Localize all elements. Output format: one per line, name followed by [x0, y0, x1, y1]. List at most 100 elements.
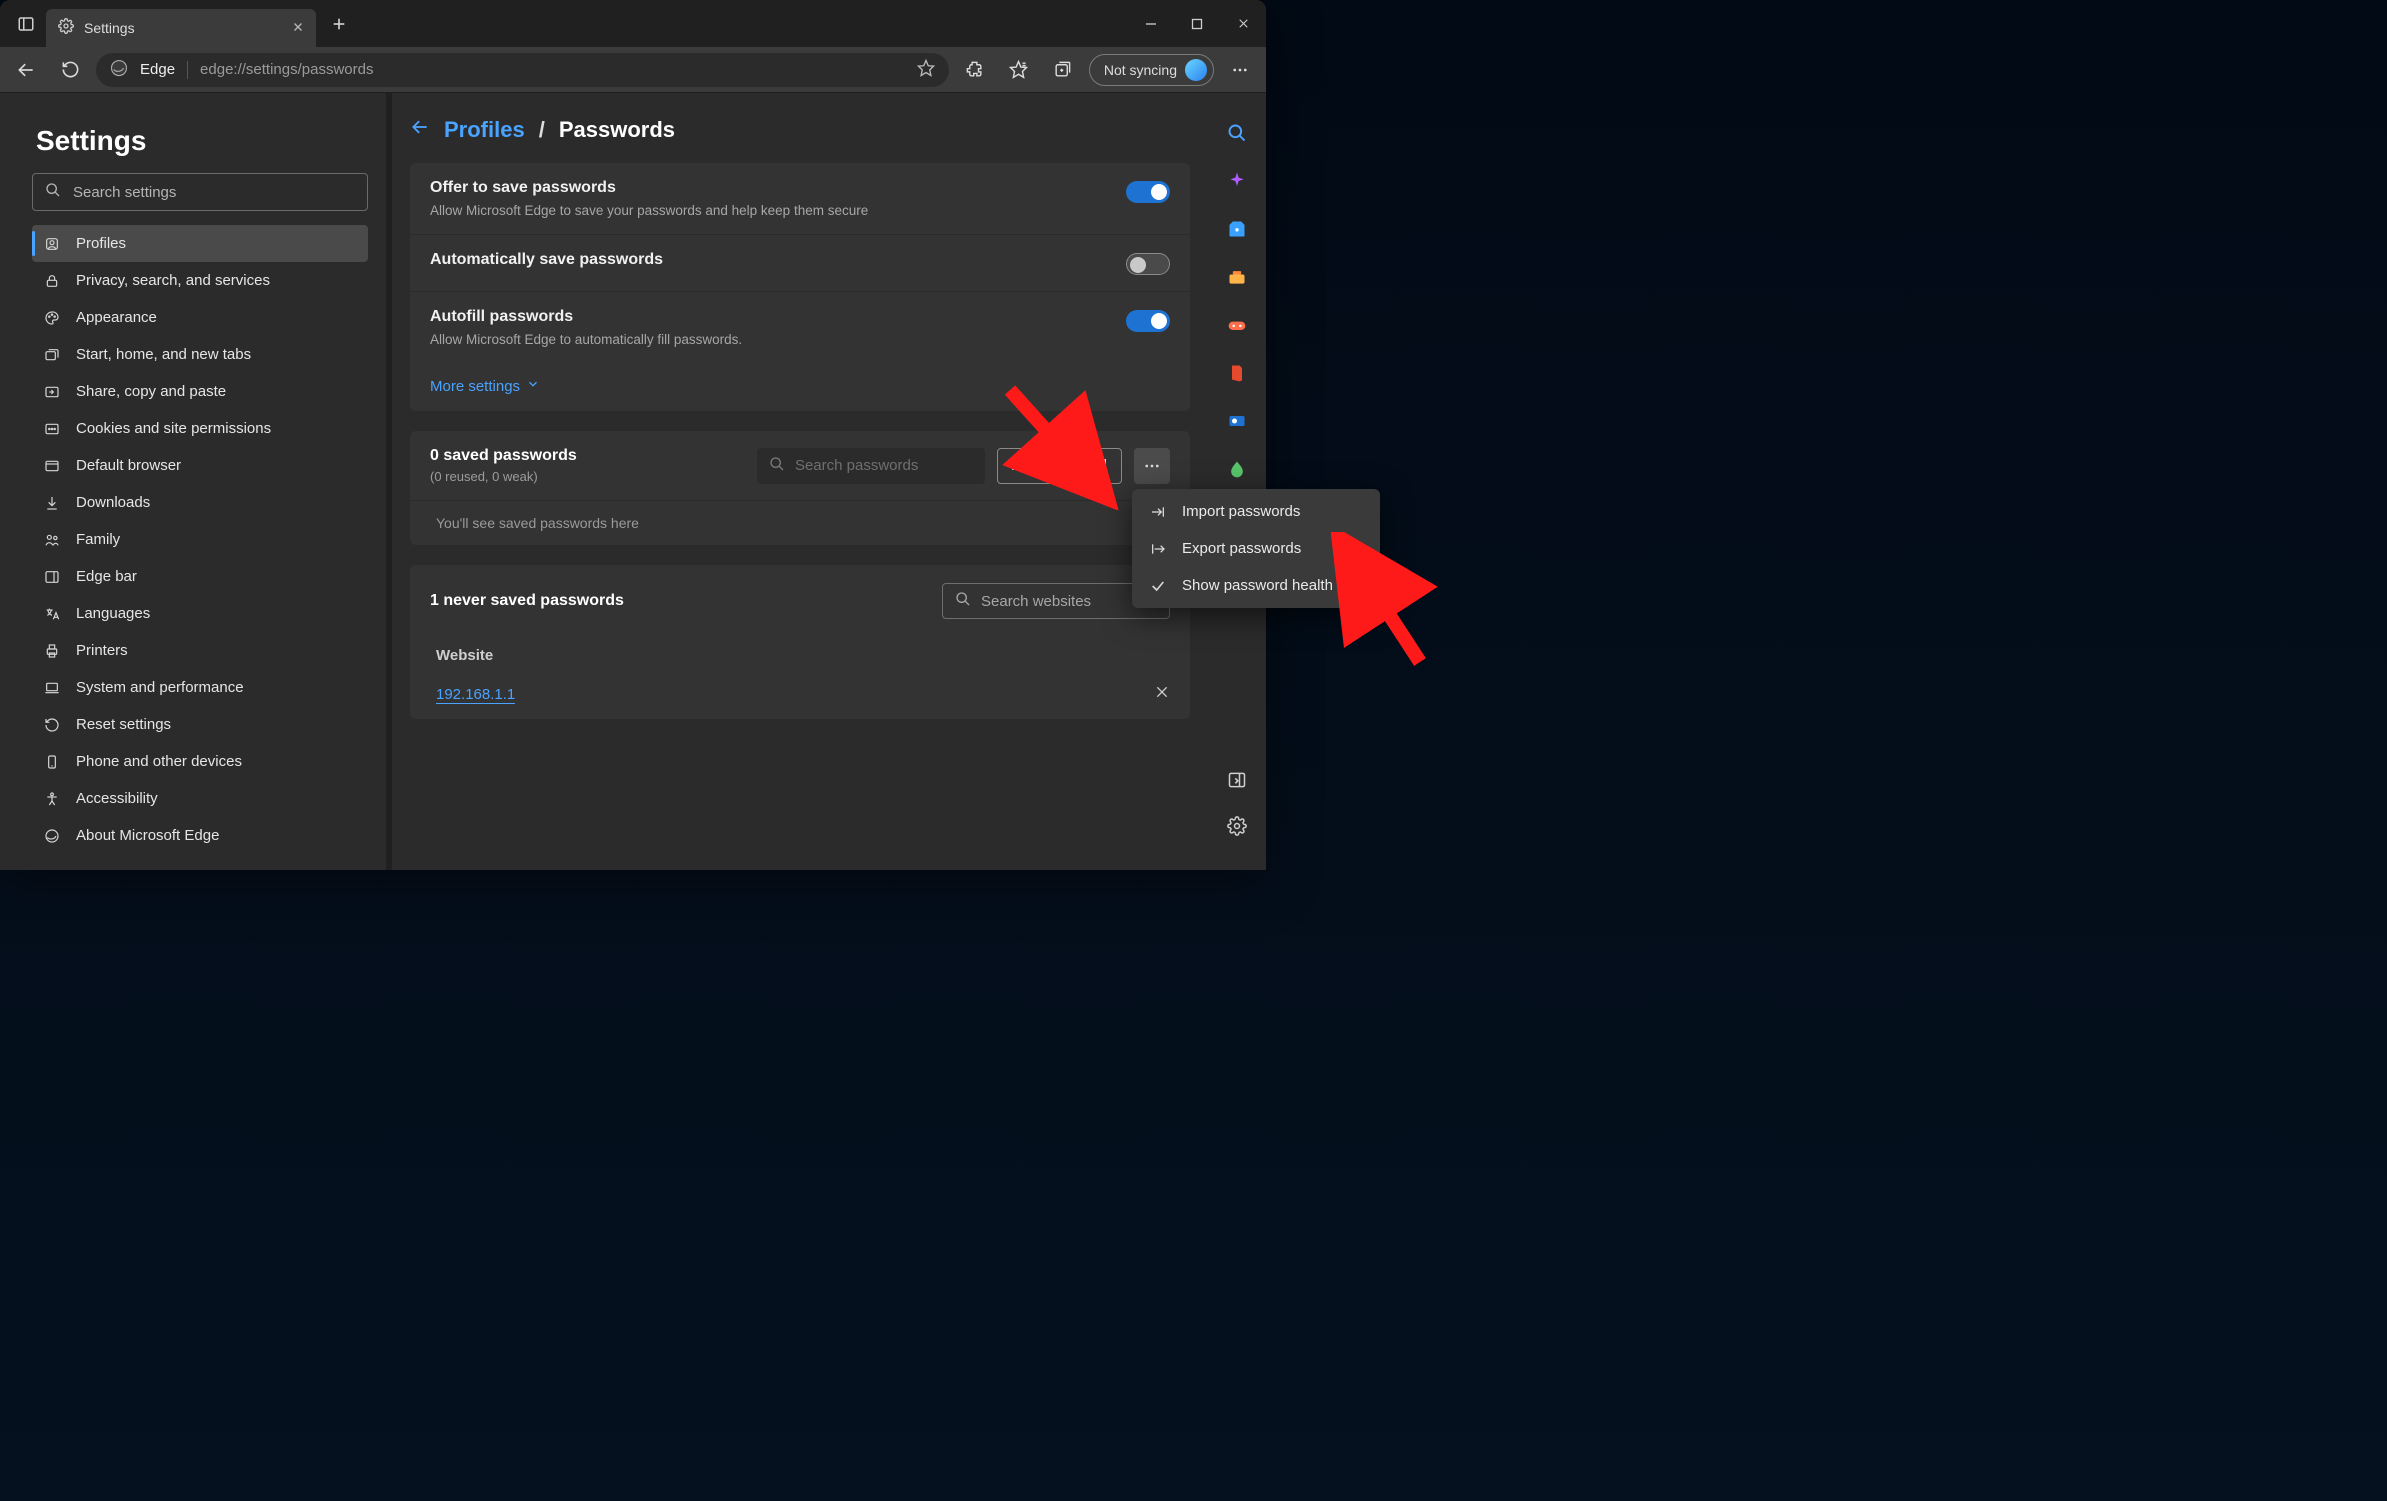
saved-passwords-empty: You'll see saved passwords here [410, 500, 1190, 545]
address-bar[interactable]: Edge edge://settings/passwords [96, 53, 949, 87]
collections-button[interactable] [1045, 52, 1081, 88]
nav-reset[interactable]: Reset settings [32, 706, 368, 743]
nav-privacy[interactable]: Privacy, search, and services [32, 262, 368, 299]
nav-about[interactable]: About Microsoft Edge [32, 817, 368, 854]
laptop-icon [42, 680, 62, 696]
sidebar-customize-icon[interactable] [1223, 766, 1251, 794]
accessibility-icon [42, 791, 62, 807]
breadcrumb-back-button[interactable] [410, 117, 430, 143]
sidebar-shopping-icon[interactable] [1223, 215, 1251, 243]
search-websites-placeholder: Search websites [981, 593, 1091, 610]
back-button[interactable] [8, 52, 44, 88]
search-settings-input[interactable]: Search settings [32, 173, 368, 211]
favorite-star-icon[interactable] [917, 59, 935, 81]
sidebar-office-icon[interactable] [1223, 359, 1251, 387]
ctx-import-passwords[interactable]: Import passwords [1132, 493, 1380, 530]
search-icon [45, 182, 61, 202]
titlebar: Settings [0, 0, 1266, 47]
search-passwords-input[interactable]: Search passwords [757, 448, 985, 484]
divider [187, 61, 188, 79]
maximize-button[interactable] [1174, 1, 1220, 47]
nav-label: Family [76, 531, 120, 548]
nav-appearance[interactable]: Appearance [32, 299, 368, 336]
offer-save-toggle[interactable] [1126, 181, 1170, 203]
autofill-toggle[interactable] [1126, 310, 1170, 332]
nav-languages[interactable]: Languages [32, 595, 368, 632]
nav-label: Downloads [76, 494, 150, 511]
settings-heading: Settings [36, 125, 368, 157]
chevron-down-icon [526, 377, 540, 395]
nav-phone[interactable]: Phone and other devices [32, 743, 368, 780]
tab-close-button[interactable] [292, 20, 304, 36]
nav-label: Start, home, and new tabs [76, 346, 251, 363]
passwords-more-menu-button[interactable] [1134, 448, 1170, 484]
ctx-export-passwords[interactable]: Export passwords [1132, 530, 1380, 567]
minimize-button[interactable] [1128, 1, 1174, 47]
sidebar-tools-icon[interactable] [1223, 263, 1251, 291]
remove-never-saved-button[interactable] [1154, 684, 1170, 705]
nav-label: Appearance [76, 309, 157, 326]
tab-actions-button[interactable] [6, 4, 46, 44]
add-password-button[interactable]: Add password [997, 448, 1122, 484]
breadcrumb-parent-link[interactable]: Profiles [444, 117, 525, 143]
window-controls [1128, 1, 1266, 47]
sidebar-games-icon[interactable] [1223, 311, 1251, 339]
sidebar-discover-icon[interactable] [1223, 167, 1251, 195]
cookies-icon [42, 421, 62, 437]
refresh-button[interactable] [52, 52, 88, 88]
nav-label: Share, copy and paste [76, 383, 226, 400]
close-window-button[interactable] [1220, 1, 1266, 47]
sidebar-drop-icon[interactable] [1223, 455, 1251, 483]
tab-settings[interactable]: Settings [46, 9, 316, 47]
passwords-context-menu: Import passwords Export passwords Show p… [1132, 489, 1380, 608]
share-icon [42, 384, 62, 400]
profile-sync-button[interactable]: Not syncing [1089, 54, 1214, 86]
nav-cookies[interactable]: Cookies and site permissions [32, 410, 368, 447]
nav-label: Languages [76, 605, 150, 622]
sidebar-search-icon[interactable] [1223, 119, 1251, 147]
edge-icon [42, 828, 62, 844]
search-settings-placeholder: Search settings [73, 184, 176, 201]
ctx-export-label: Export passwords [1182, 540, 1301, 557]
nav-default-browser[interactable]: Default browser [32, 447, 368, 484]
nav-label: Printers [76, 642, 128, 659]
new-tab-button[interactable] [322, 7, 356, 41]
nav-start[interactable]: Start, home, and new tabs [32, 336, 368, 373]
nav-label: System and performance [76, 679, 244, 696]
ctx-show-password-health[interactable]: Show password health [1132, 567, 1380, 604]
nav-accessibility[interactable]: Accessibility [32, 780, 368, 817]
nav-family[interactable]: Family [32, 521, 368, 558]
add-password-label: Add password [1012, 457, 1107, 474]
app-menu-button[interactable] [1222, 52, 1258, 88]
nav-share[interactable]: Share, copy and paste [32, 373, 368, 410]
import-icon [1148, 504, 1168, 520]
autofill-desc: Allow Microsoft Edge to automatically fi… [430, 332, 742, 347]
sync-label: Not syncing [1104, 62, 1177, 78]
more-settings-label: More settings [430, 378, 520, 395]
download-icon [42, 495, 62, 511]
sidebar-outlook-icon[interactable] [1223, 407, 1251, 435]
nav-system[interactable]: System and performance [32, 669, 368, 706]
extensions-button[interactable] [957, 52, 993, 88]
family-icon [42, 532, 62, 548]
nav-printers[interactable]: Printers [32, 632, 368, 669]
nav-edge-bar[interactable]: Edge bar [32, 558, 368, 595]
gear-icon [58, 18, 74, 37]
check-icon [1148, 578, 1168, 594]
sidebar-settings-icon[interactable] [1223, 812, 1251, 840]
paint-icon [42, 310, 62, 326]
offer-save-title: Offer to save passwords [430, 179, 868, 197]
never-saved-website-link[interactable]: 192.168.1.1 [436, 686, 515, 704]
profile-icon [42, 236, 62, 252]
search-icon [769, 456, 785, 476]
nav-profiles[interactable]: Profiles [32, 225, 368, 262]
nav-downloads[interactable]: Downloads [32, 484, 368, 521]
favorites-button[interactable] [1001, 52, 1037, 88]
nav-label: Phone and other devices [76, 753, 242, 770]
auto-save-toggle[interactable] [1126, 253, 1170, 275]
settings-sidebar: Settings Search settings Profiles Privac… [0, 93, 386, 870]
phone-icon [42, 754, 62, 770]
sidebar-icon [42, 569, 62, 585]
saved-passwords-title: 0 saved passwords [430, 447, 745, 465]
more-settings-link[interactable]: More settings [430, 377, 1170, 395]
